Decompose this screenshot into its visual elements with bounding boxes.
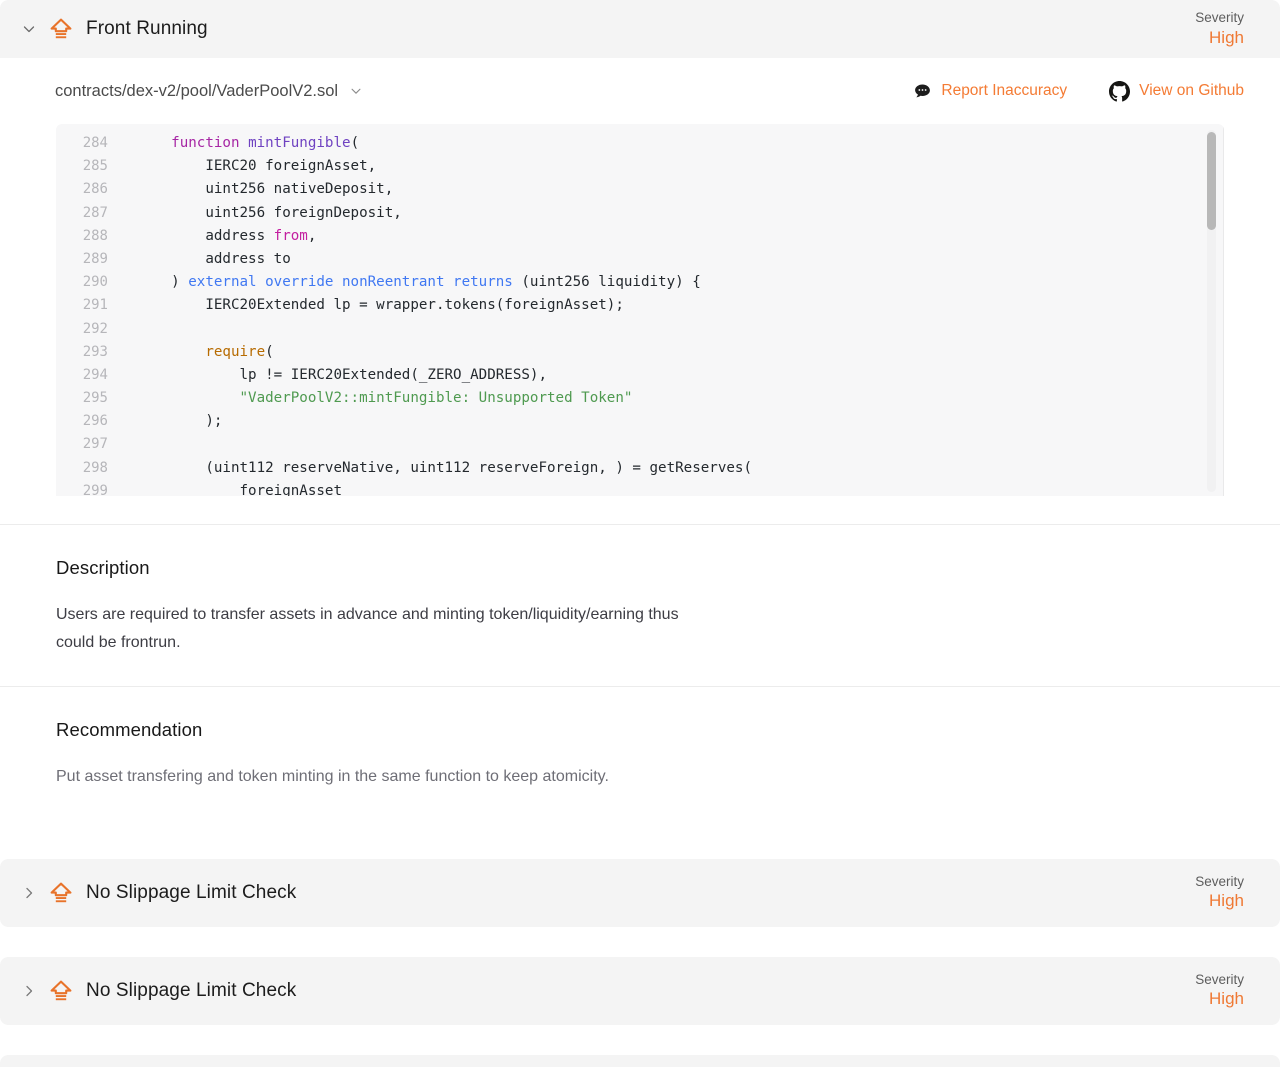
severity-badge: Severity High [1195, 971, 1244, 1009]
code-line: 295 "VaderPoolV2::mintFungible: Unsuppor… [56, 387, 1224, 410]
severity-label: Severity [1195, 9, 1244, 25]
recommendation-section: Recommendation Put asset transfering and… [0, 687, 1280, 827]
recommendation-text: Put asset transfering and token minting … [56, 768, 609, 786]
code-line: 286 uint256 nativeDeposit, [56, 178, 1224, 201]
code-line-number: 295 [82, 390, 108, 407]
finding-card-collapsed: No Slippage Limit Check Severity High [0, 956, 1280, 1025]
report-inaccuracy-button[interactable]: Report Inaccuracy [913, 82, 1067, 101]
code-line-text: function mintFungible( [171, 135, 360, 151]
code-block[interactable]: 284 function mintFungible(285 IERC20 for… [56, 124, 1224, 496]
code-line: 294 lp != IERC20Extended(_ZERO_ADDRESS), [56, 364, 1224, 387]
code-scrollbar-track[interactable] [1207, 130, 1216, 492]
code-line: 298 (uint112 reserveNative, uint112 rese… [56, 457, 1224, 480]
code-line-text: uint256 nativeDeposit, [137, 181, 394, 198]
report-inaccuracy-label: Report Inaccuracy [941, 82, 1068, 99]
code-line: 288 address from, [56, 225, 1224, 248]
code-line: 284 function mintFungible( [56, 132, 1224, 155]
code-line-number: 293 [82, 343, 108, 360]
code-line-number: 288 [82, 227, 108, 244]
code-line: 297 [56, 433, 1224, 456]
code-line-text: ); [137, 413, 223, 430]
code-line-text: "VaderPoolV2::mintFungible: Unsupported … [239, 390, 633, 407]
code-line: 296 ); [56, 410, 1224, 433]
severity-label: Severity [1195, 971, 1244, 987]
file-action-bar: contracts/dex-v2/pool/VaderPoolV2.sol Re… [0, 58, 1280, 124]
code-line-number: 296 [82, 413, 108, 430]
code-scrollbar-thumb[interactable] [1207, 132, 1216, 230]
finding-title: No Slippage Limit Check [86, 979, 297, 1001]
code-line-number: 294 [82, 366, 108, 383]
code-line: 290 ) external override nonReentrant ret… [56, 271, 1224, 294]
finding-card-collapsed: No Slippage Limit Check Severity High [0, 858, 1280, 927]
severity-value: High [1209, 989, 1244, 1009]
github-icon [1109, 80, 1131, 102]
finding-header[interactable]: No Slippage Limit CheckSeverityHigh [0, 1054, 1280, 1067]
finding-header[interactable]: No Slippage Limit Check Severity High [0, 858, 1280, 927]
code-line-text: (uint112 reserveNative, uint112 reserveF… [137, 459, 752, 476]
code-line-text: address to [137, 250, 291, 267]
code-line: 293 require( [56, 341, 1224, 364]
severity-badge: Severity High [1195, 10, 1244, 48]
code-line-text: uint256 foreignDeposit, [137, 204, 402, 221]
code-line-number: 297 [82, 436, 108, 453]
code-line-text: require( [205, 343, 274, 360]
chevron-right-icon[interactable] [18, 980, 40, 1002]
finding-title: No Slippage Limit Check [86, 881, 297, 903]
severity-badge: Severity High [1195, 873, 1244, 911]
view-on-github-label: View on Github [1139, 82, 1244, 99]
comment-bubble-icon [913, 82, 932, 101]
card-spacer [0, 927, 1280, 957]
code-line-number: 290 [82, 274, 108, 291]
card-spacer [0, 1025, 1280, 1055]
code-line-text: lp != IERC20Extended(_ZERO_ADDRESS), [137, 366, 547, 383]
collapsed-findings-list: No Slippage Limit Check Severity High No Sl… [0, 858, 1280, 1067]
code-line: 291 IERC20Extended lp = wrapper.tokens(f… [56, 294, 1224, 317]
code-edge-divider [1223, 124, 1224, 496]
code-line: 285 IERC20 foreignAsset, [56, 155, 1224, 178]
code-line-number: 285 [82, 158, 108, 175]
finding-card-collapsed: No Slippage Limit CheckSeverityHigh [0, 1054, 1280, 1067]
code-line-text: foreignAsset [137, 482, 342, 496]
file-path: contracts/dex-v2/pool/VaderPoolV2.sol [55, 81, 339, 100]
code-line-number: 286 [82, 181, 108, 198]
code-line-number: 292 [82, 320, 108, 337]
code-line-number: 298 [82, 459, 108, 476]
code-line: 299 foreignAsset [56, 480, 1224, 496]
recommendation-title: Recommendation [56, 719, 203, 741]
code-line-text: IERC20 foreignAsset, [137, 158, 377, 175]
severity-high-up-arrow-icon [48, 880, 74, 906]
card-spacer [0, 827, 1280, 859]
severity-high-up-arrow-icon [48, 978, 74, 1004]
severity-label: Severity [1195, 873, 1244, 889]
view-on-github-button[interactable]: View on Github [1109, 80, 1244, 102]
finding-header[interactable]: Front Running Severity High [0, 0, 1280, 58]
chevron-down-icon[interactable] [18, 18, 40, 40]
code-line-number: 291 [82, 297, 108, 314]
code-line-text: ) external override nonReentrant returns… [137, 274, 701, 291]
file-chevron-down-icon[interactable] [349, 84, 363, 98]
severity-high-up-arrow-icon [48, 16, 74, 42]
description-text: Users are required to transfer assets in… [56, 606, 679, 651]
finding-card-front-running: Front Running Severity High contracts/de… [0, 0, 1280, 827]
finding-title: Front Running [86, 18, 208, 39]
code-scroll-area[interactable]: 284 function mintFungible(285 IERC20 for… [56, 124, 1224, 496]
code-line-text: IERC20Extended lp = wrapper.tokens(forei… [137, 297, 624, 314]
severity-value: High [1209, 891, 1244, 911]
code-line-number: 287 [82, 204, 108, 221]
code-line: 287 uint256 foreignDeposit, [56, 202, 1224, 225]
code-line: 289 address to [56, 248, 1224, 271]
code-line-number: 284 [82, 135, 108, 151]
description-title: Description [56, 557, 150, 578]
code-line-text: address from, [137, 227, 317, 244]
severity-value: High [1209, 27, 1244, 47]
code-line-number: 299 [82, 482, 108, 496]
chevron-right-icon[interactable] [18, 882, 40, 904]
code-line: 292 [56, 318, 1224, 341]
finding-header[interactable]: No Slippage Limit Check Severity High [0, 956, 1280, 1025]
description-section: Description Users are required to transf… [0, 525, 1280, 686]
code-line-number: 289 [82, 250, 108, 267]
